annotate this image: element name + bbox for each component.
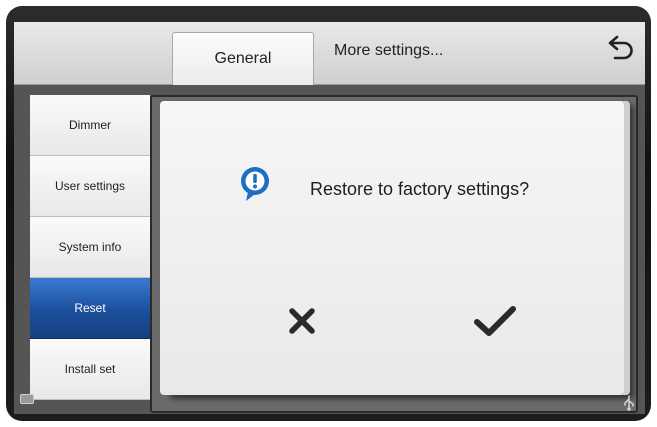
sidebar-item-label: System info	[58, 240, 122, 254]
sidebar-item-system-info[interactable]: System info	[30, 217, 150, 278]
tab-more-settings-label: More settings...	[334, 42, 444, 59]
tab-general[interactable]: General	[172, 32, 314, 85]
settings-sidebar: Dimmer User settings System info Reset I…	[30, 95, 150, 409]
sidebar-item-user-settings[interactable]: User settings	[30, 156, 150, 217]
close-icon	[289, 308, 315, 334]
confirm-button[interactable]	[468, 297, 522, 345]
confirm-dialog: Restore to factory settings?	[160, 101, 624, 395]
sidebar-item-install-set[interactable]: Install set	[30, 339, 150, 400]
cancel-button[interactable]	[278, 297, 326, 345]
sidebar-item-label: Dimmer	[69, 118, 111, 132]
sidebar-item-label: Reset	[74, 301, 106, 315]
settings-content: Dimmer User settings System info Reset I…	[14, 85, 645, 414]
info-bubble-icon	[241, 167, 269, 201]
check-icon	[474, 306, 516, 336]
sidebar-item-reset[interactable]: Reset	[30, 278, 150, 339]
sidebar-item-label: Install set	[64, 362, 116, 376]
device-frame: General More settings... Dimmer User set…	[0, 0, 657, 427]
sidebar-item-label: User settings	[54, 179, 126, 193]
dialog-message: Restore to factory settings?	[310, 179, 530, 199]
sidebar-item-dimmer[interactable]: Dimmer	[30, 95, 150, 156]
tab-general-label: General	[214, 50, 272, 67]
tab-more-settings[interactable]: More settings...	[318, 22, 534, 80]
usb-icon	[624, 395, 634, 411]
top-tab-bar: General More settings...	[14, 22, 645, 85]
back-arrow-icon[interactable]	[603, 34, 637, 68]
screen-status-icon	[20, 394, 34, 404]
touch-screen: General More settings... Dimmer User set…	[14, 22, 645, 414]
